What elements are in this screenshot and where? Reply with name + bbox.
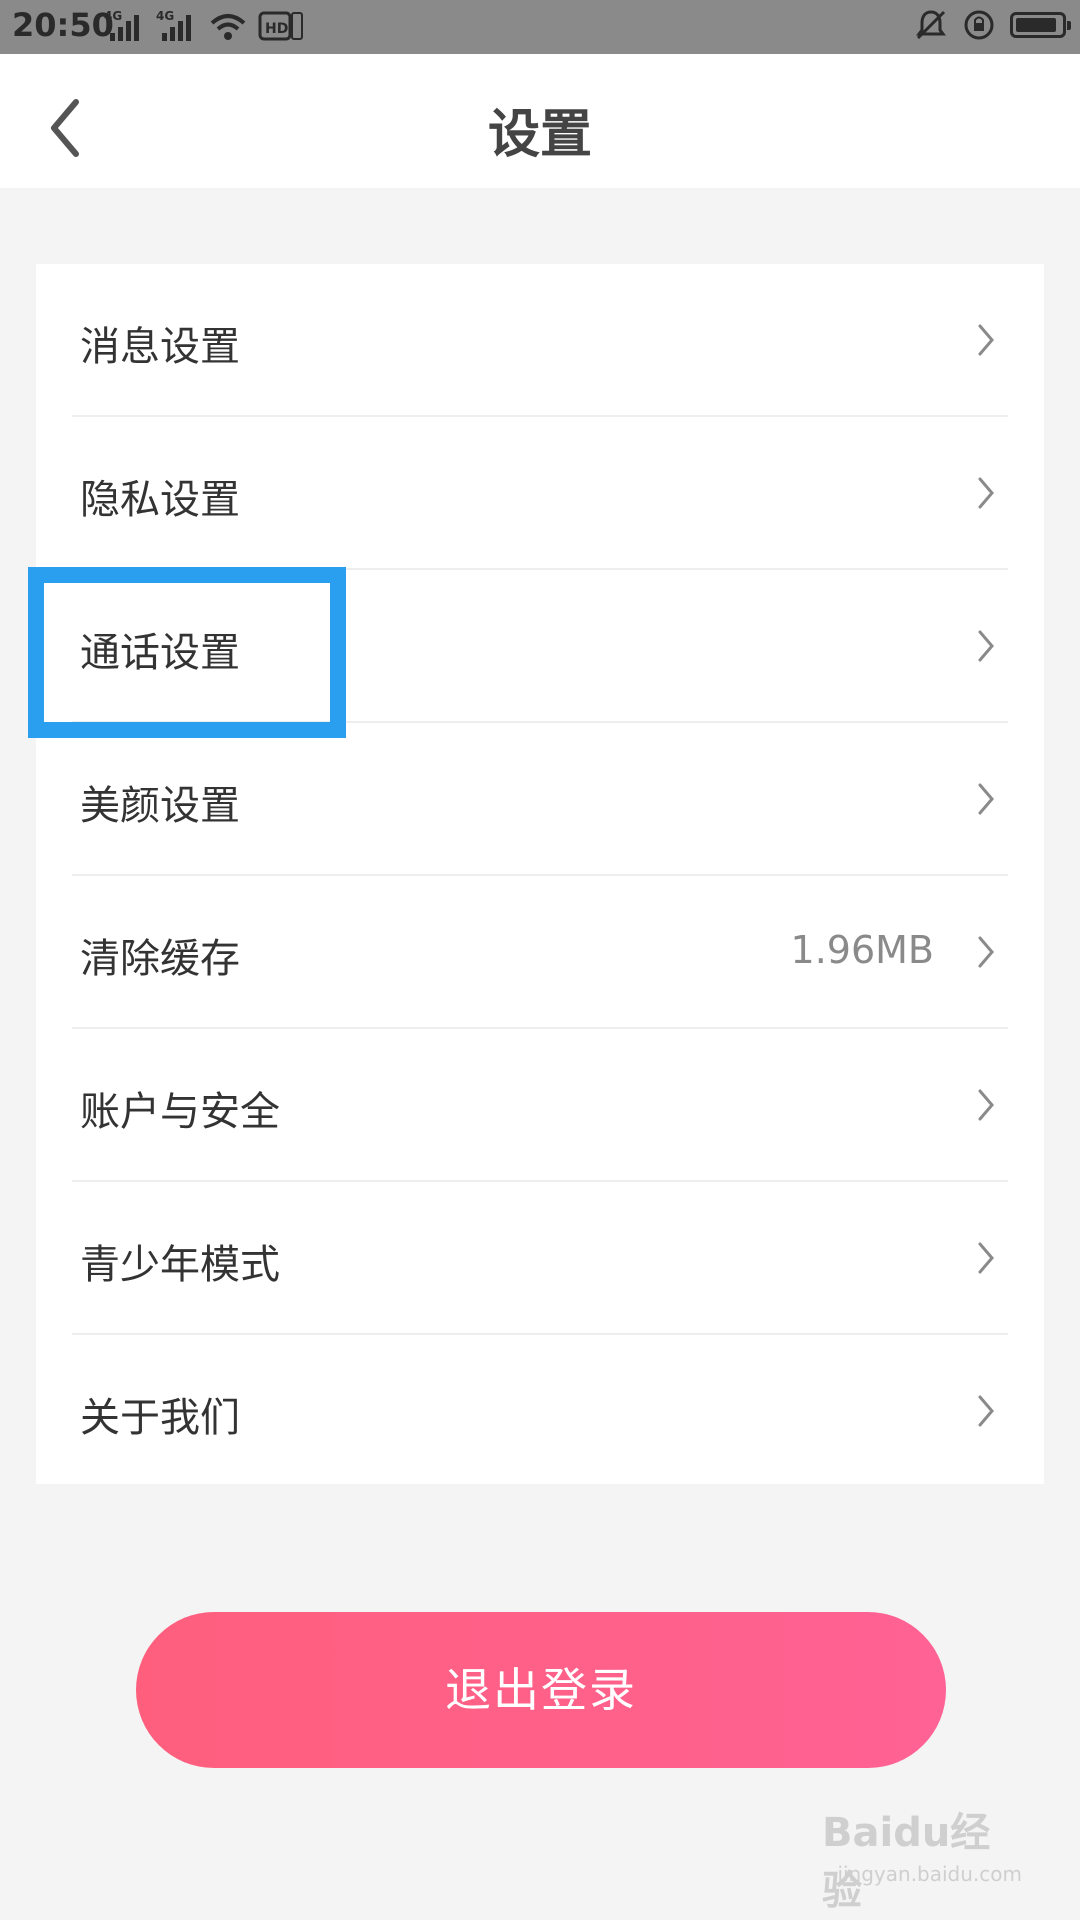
settings-row-label: 青少年模式 — [80, 1242, 280, 1288]
settings-row-value: 1.96MB — [790, 928, 934, 972]
logout-button[interactable]: 退出登录 — [136, 1612, 946, 1768]
rotation-lock-icon — [964, 10, 994, 40]
settings-row[interactable]: 消息设置 — [36, 264, 1044, 417]
settings-row[interactable]: 清除缓存 1.96MB — [36, 876, 1044, 1029]
chevron-right-icon — [978, 1395, 994, 1427]
chevron-right-icon — [978, 324, 994, 356]
settings-row-label: 消息设置 — [80, 324, 240, 370]
settings-row[interactable]: 青少年模式 — [36, 1182, 1044, 1335]
status-right-icons — [914, 8, 1071, 42]
settings-row-label: 通话设置 — [80, 630, 240, 676]
chevron-right-icon — [978, 783, 994, 815]
settings-row-label: 隐私设置 — [80, 477, 240, 523]
settings-row[interactable]: 账户与安全 — [36, 1029, 1044, 1182]
settings-row[interactable]: 关于我们 — [36, 1335, 1044, 1488]
hd-voice-icon: HD — [258, 11, 303, 41]
mute-bell-icon — [916, 10, 946, 40]
hd-label: HD — [265, 21, 288, 37]
wifi-icon — [210, 14, 246, 40]
chevron-right-icon — [978, 630, 994, 662]
page-title: 设置 — [487, 105, 592, 165]
top-header: 设置 — [0, 54, 1080, 188]
settings-row-label: 清除缓存 — [80, 936, 240, 982]
settings-row[interactable]: 隐私设置 — [36, 417, 1044, 570]
settings-row[interactable]: 通话设置 — [36, 570, 1044, 723]
settings-row-label: 美颜设置 — [80, 783, 240, 829]
watermark: Baidu经验 jingyan.baidu.com — [822, 1800, 1022, 1914]
watermark-url: jingyan.baidu.com — [837, 1862, 1022, 1886]
chevron-right-icon — [978, 936, 994, 968]
signal-icon: 4G — [104, 9, 146, 43]
status-left-icons: 4G 4G HD — [104, 9, 304, 43]
battery-icon — [1010, 12, 1071, 38]
battery-fill — [1016, 18, 1056, 32]
signal-icon-2: 4G — [156, 9, 198, 43]
settings-row[interactable]: 美颜设置 — [36, 723, 1044, 876]
watermark-brand: Baidu经验 — [822, 1810, 991, 1914]
status-time: 20:50 — [12, 6, 114, 44]
settings-row-label: 关于我们 — [80, 1395, 240, 1441]
settings-list: 消息设置隐私设置通话设置美颜设置清除缓存 1.96MB 账户与安全青少年模式关于我们 — [36, 264, 1044, 1484]
chevron-right-icon — [978, 1242, 994, 1274]
settings-row-label: 账户与安全 — [80, 1089, 280, 1135]
chevron-right-icon — [978, 477, 994, 509]
chevron-right-icon — [978, 1089, 994, 1121]
status-bar: 20:50 4G 4G HD — [0, 0, 1080, 54]
